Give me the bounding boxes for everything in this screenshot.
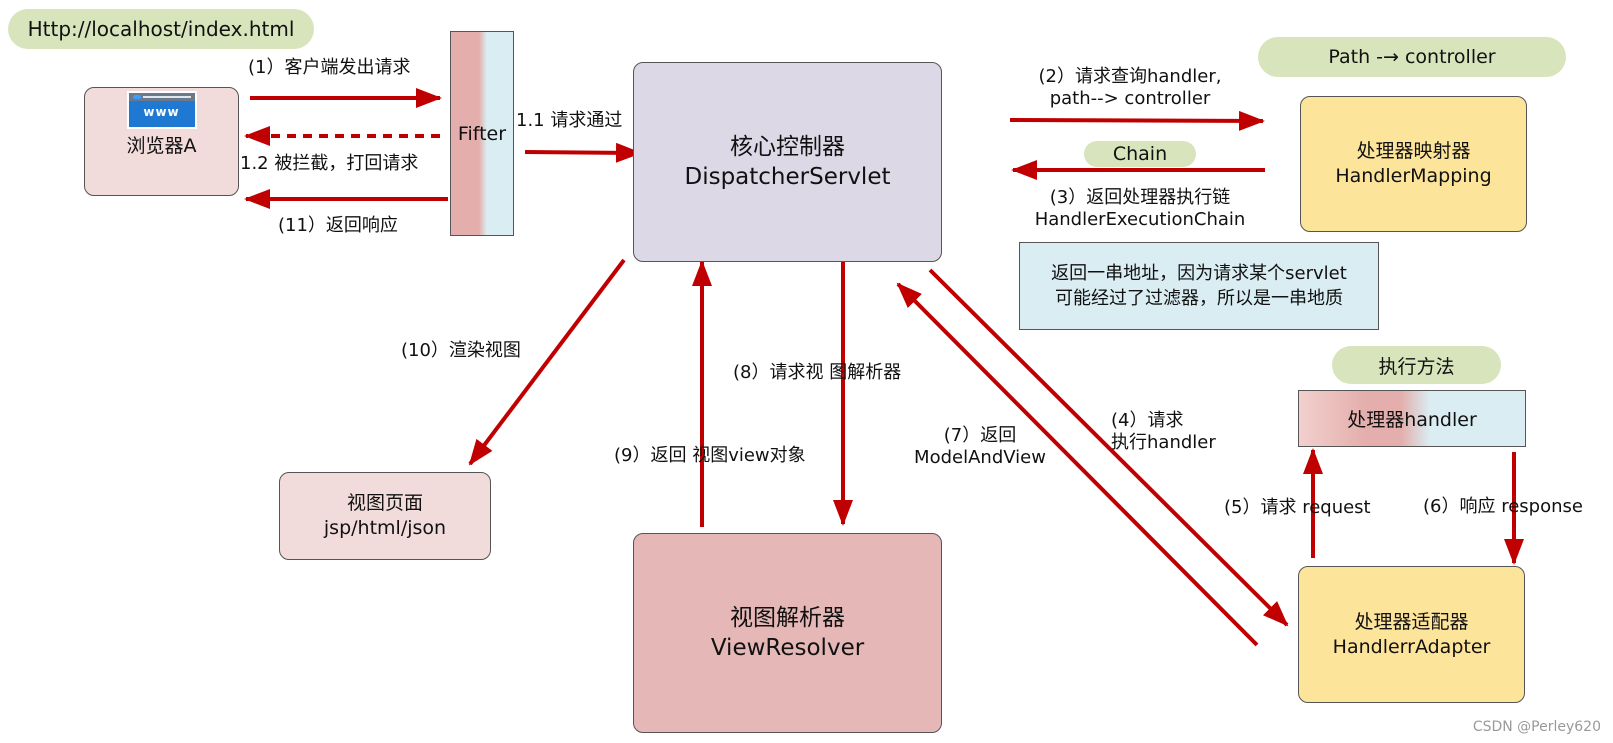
view-resolver-name: ViewResolver: [710, 635, 865, 661]
step-10-label: (10）渲染视图: [401, 340, 521, 361]
browser-box: www 浏览器A: [84, 87, 239, 196]
browser-label: 浏览器A: [126, 135, 197, 157]
step-2-label: (2）请求查询handler, path--> controller: [1010, 66, 1250, 110]
view-page-box: 视图页面 jsp/html/json: [279, 472, 491, 560]
step-5-label: (5）请求 request: [1224, 497, 1371, 518]
step-3-line-2: HandlerExecutionChain: [1034, 209, 1246, 230]
step-6-label: (6）响应 response: [1423, 496, 1583, 517]
view-page-types: jsp/html/json: [323, 517, 447, 539]
view-resolver-title: 视图解析器: [730, 605, 845, 631]
step-3-label: (3）返回处理器执行链 HandlerExecutionChain: [1010, 187, 1270, 231]
handler-mapping-box: 处理器映射器 HandlerMapping: [1300, 96, 1527, 232]
execute-method-pill: 执行方法: [1332, 346, 1501, 384]
step-1-label: (1）客户端发出请求: [248, 57, 411, 78]
step-7-label: (7）返回 ModelAndView: [905, 425, 1055, 469]
view-page-title: 视图页面: [346, 492, 423, 514]
view-resolver-box: 视图解析器 ViewResolver: [633, 533, 942, 733]
note-line-1: 返回一串地址，因为请求某个servlet: [1051, 263, 1347, 284]
step-2-line-2: path--> controller: [1049, 88, 1211, 109]
step-4-line-1: (4）请求: [1111, 410, 1184, 431]
step-2-line-1: (2）请求查询handler,: [1038, 66, 1222, 87]
chain-text: Chain: [1112, 143, 1168, 165]
adapter-title: 处理器适配器: [1354, 610, 1469, 633]
step-4-label: (4）请求 执行handler: [1111, 410, 1216, 454]
dispatcher-name: DispatcherServlet: [684, 164, 891, 190]
chain-note-box: 返回一串地址，因为请求某个servlet 可能经过了过滤器，所以是一串地质: [1019, 242, 1379, 330]
adapter-name: HandlerrAdapter: [1332, 635, 1491, 658]
path-controller-pill: Path -→ controller: [1258, 37, 1566, 77]
dispatcher-title: 核心控制器: [730, 134, 845, 160]
step-8-label: (8）请求视 图解析器: [733, 362, 902, 383]
step-1-1-label: 1.1 请求通过: [516, 110, 623, 131]
url-text: Http://localhost/index.html: [27, 17, 295, 41]
step-1-2-label: 1.2 被拦截，打回请求: [240, 153, 419, 174]
execute-method-text: 执行方法: [1378, 355, 1455, 378]
filter-label: Fifter: [457, 122, 507, 145]
handler-mapping-title: 处理器映射器: [1356, 140, 1471, 162]
handler-mapping-name: HandlerMapping: [1335, 165, 1492, 187]
handler-label: 处理器handler: [1347, 409, 1477, 431]
path-controller-text: Path -→ controller: [1328, 46, 1496, 68]
step-7-line-2: ModelAndView: [914, 447, 1046, 468]
url-pill: Http://localhost/index.html: [8, 9, 314, 49]
step-11-label: (11）返回响应: [278, 215, 398, 236]
handler-adapter-box: 处理器适配器 HandlerrAdapter: [1298, 566, 1525, 703]
dispatcher-servlet-box: 核心控制器 DispatcherServlet: [633, 62, 942, 262]
watermark: CSDN @Perley620: [1472, 719, 1601, 735]
step-9-label: (9）返回 视图view对象: [614, 445, 806, 466]
note-line-2: 可能经过了过滤器，所以是一串地质: [1055, 288, 1343, 309]
step-7-line-1: (7）返回: [943, 425, 1017, 446]
handler-box: 处理器handler: [1298, 390, 1526, 447]
chain-pill: Chain: [1084, 141, 1196, 167]
step-4-line-2: 执行handler: [1111, 432, 1216, 453]
arrow-2-query-handler: [1009, 110, 1265, 131]
arrow-10-render-view: [468, 258, 626, 466]
filter-box: Fifter: [450, 31, 514, 236]
step-3-line-1: (3）返回处理器执行链: [1049, 187, 1231, 208]
www-icon: www: [126, 91, 197, 129]
arrow-1-1-pass: [524, 142, 642, 163]
